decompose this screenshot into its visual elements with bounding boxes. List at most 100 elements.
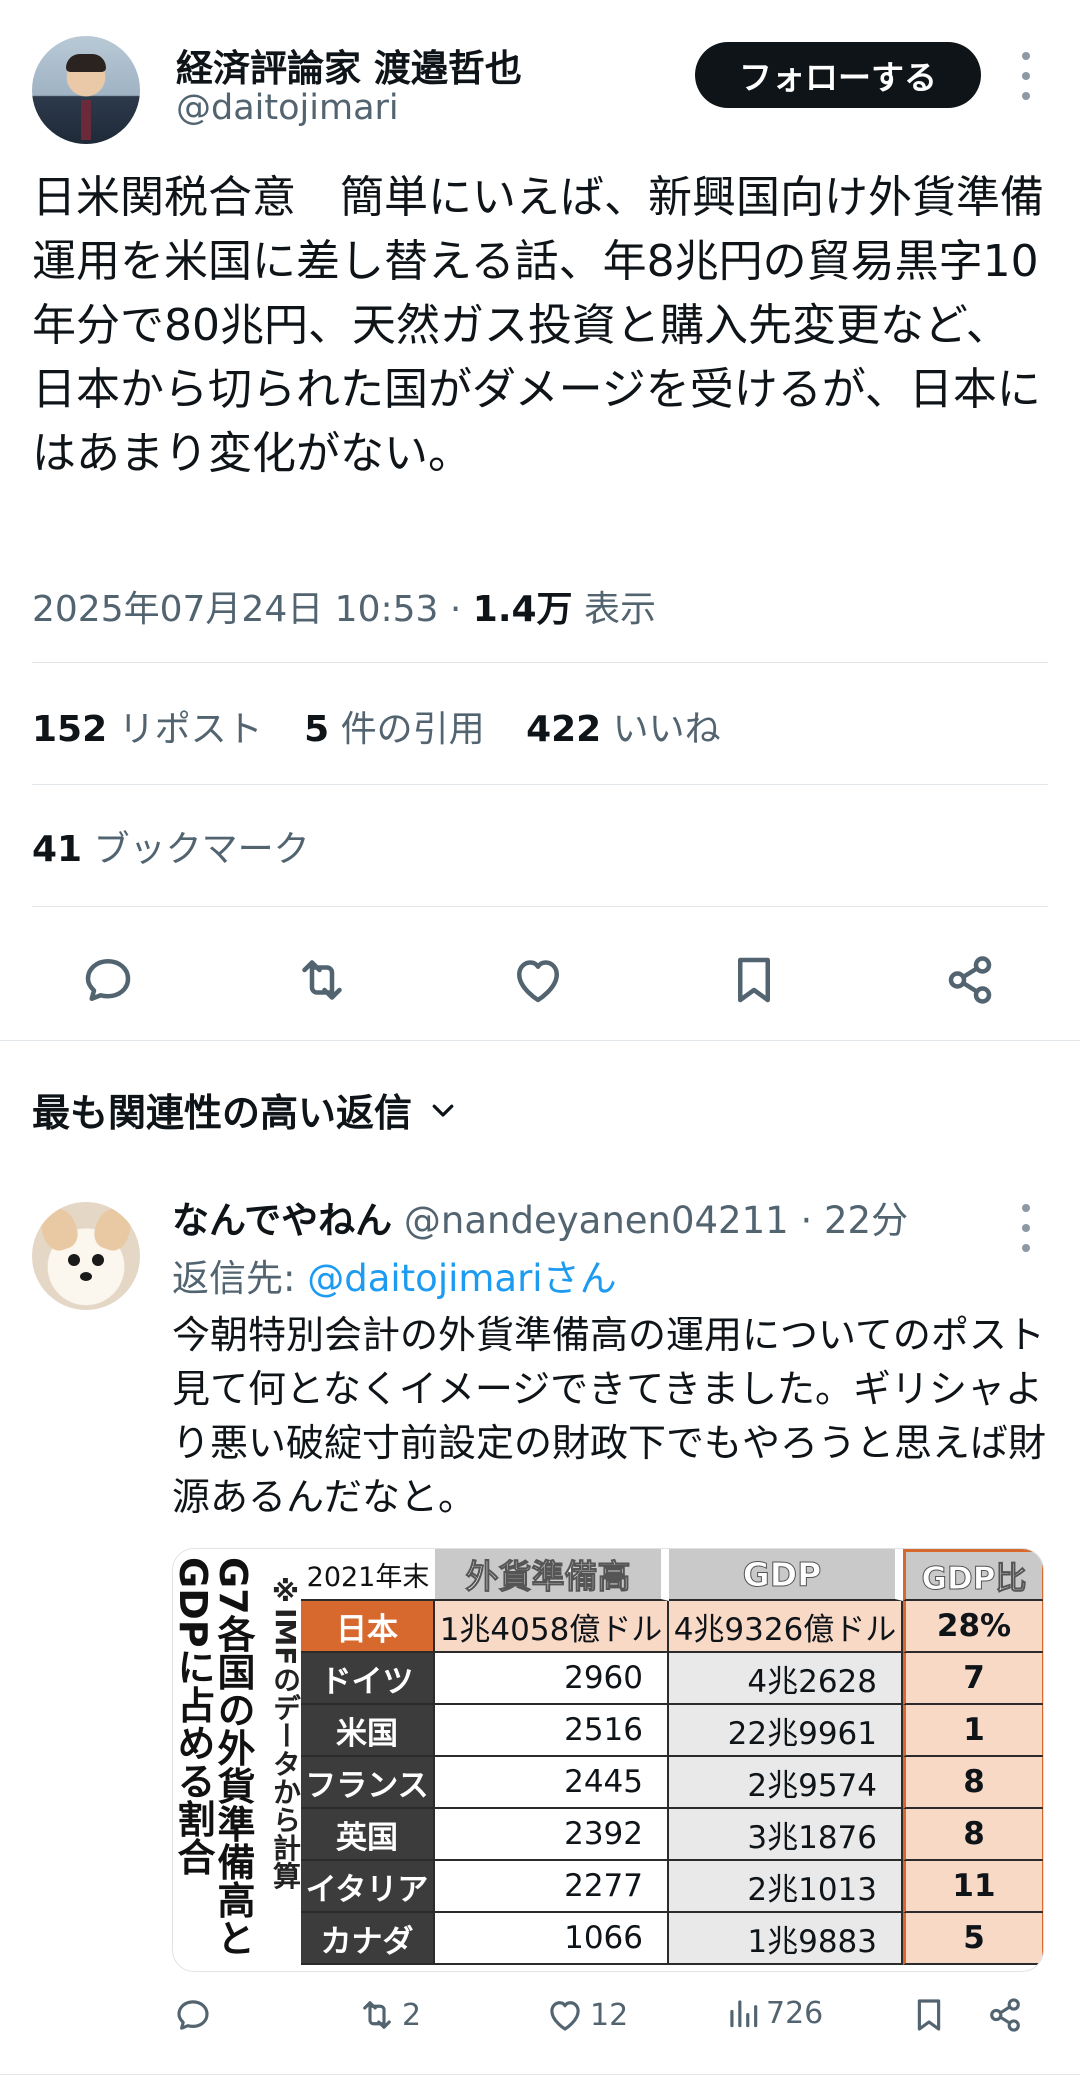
bookmarks-count: 41 (32, 829, 83, 870)
reply-time[interactable]: 22分 (824, 1199, 908, 1242)
table-cell-ratio: 8 (903, 1757, 1043, 1809)
reply-repost-button[interactable]: 2 (356, 1994, 421, 2036)
views-label: 表示 (584, 589, 657, 630)
author-avatar[interactable] (32, 36, 140, 144)
table-row: 英国 2392 3兆1876 8 (301, 1809, 1043, 1861)
table-cell-reserves: 1兆4058億ドル (435, 1601, 669, 1653)
tweet-action-bar (0, 940, 1080, 1010)
repost-icon[interactable] (292, 950, 352, 1010)
table-cell-reserves: 2516 (435, 1705, 669, 1757)
reply-bookmark-button[interactable] (908, 1994, 950, 2036)
table-cell-reserves: 2277 (435, 1861, 669, 1913)
likes-count: 422 (526, 709, 602, 750)
tweet-timestamp[interactable]: 2025年07月24日 10:53 (32, 589, 438, 630)
like-icon[interactable] (508, 950, 568, 1010)
table-cell-country: 英国 (301, 1809, 435, 1861)
table-cell-reserves: 2445 (435, 1757, 669, 1809)
table-row: ドイツ 2960 4兆2628 7 (301, 1653, 1043, 1705)
bookmarks-stat[interactable]: 41 ブックマーク (32, 820, 310, 872)
more-icon[interactable] (1014, 1204, 1038, 1252)
author-name[interactable]: 経済評論家 渡邉哲也 (176, 38, 522, 92)
table-cell-ratio: 7 (903, 1653, 1043, 1705)
engagement-stats: 152 リポスト 5 件の引用 422 いいね (32, 700, 751, 752)
avatar-ear (89, 1203, 137, 1255)
share-icon[interactable] (940, 950, 1000, 1010)
avatar-ear (35, 1203, 83, 1255)
reply-to-line: 返信先: @daitojimariさん (172, 1248, 617, 1302)
views-count: 1.4万 (472, 589, 573, 630)
table-cell-gdp: 4兆9326億ドル (669, 1601, 903, 1653)
divider (32, 906, 1048, 907)
table-header-cell: 2021年末 (301, 1549, 435, 1601)
divider (0, 1040, 1080, 1041)
divider (32, 784, 1048, 785)
reply-header: なんでやねん @nandeyanen04211 · 22分 (172, 1190, 908, 1244)
replies-heading: 最も関連性の高い返信 (32, 1091, 413, 1135)
follow-button[interactable]: フォローする (695, 42, 981, 108)
meta-separator: · (449, 589, 473, 630)
replies-sort-dropdown[interactable]: 最も関連性の高い返信 (32, 1082, 458, 1137)
reply-share-button[interactable] (984, 1994, 1026, 2036)
image-title-line1: G7各国の外貨準備高と (211, 1557, 255, 1957)
reply-author-handle[interactable]: @nandeyanen04211 (404, 1199, 789, 1242)
reply-views-count: 726 (766, 1995, 824, 2031)
divider (0, 2074, 1080, 2075)
reply-icon (177, 2000, 209, 2030)
table-cell-country: ドイツ (301, 1653, 435, 1705)
image-title-line2: GDPに占める割合 (172, 1557, 215, 1876)
reply-icon[interactable] (78, 950, 138, 1010)
author-handle[interactable]: @daitojimari (176, 88, 399, 128)
quotes-stat[interactable]: 5 件の引用 (304, 709, 485, 750)
table-row: 日本 1兆4058億ドル 4兆9326億ドル 28% (301, 1601, 1043, 1653)
table-cell-country: 日本 (301, 1601, 435, 1653)
avatar-tie (81, 100, 91, 140)
table-cell-gdp: 3兆1876 (669, 1809, 903, 1861)
quotes-label: 件の引用 (340, 709, 485, 750)
divider (32, 662, 1048, 663)
tweet-meta: 2025年07月24日 10:53 · 1.4万 表示 (32, 580, 656, 632)
table-cell-reserves: 2960 (435, 1653, 669, 1705)
table-header-row: 2021年末 外貨準備高 GDP GDP比 (301, 1549, 1043, 1601)
table-row: カナダ 1066 1兆9883 5 (301, 1913, 1043, 1965)
like-icon (550, 2001, 580, 2031)
table-cell-country: イタリア (301, 1861, 435, 1913)
bookmarks-label: ブックマーク (93, 829, 310, 870)
likes-label: いいね (612, 709, 721, 750)
bookmark-icon[interactable] (724, 950, 784, 1010)
table-cell-gdp: 2兆9574 (669, 1757, 903, 1809)
table-header-cell: GDP比 (903, 1549, 1043, 1601)
table-cell-country: 米国 (301, 1705, 435, 1757)
avatar-hair (66, 54, 106, 72)
table-cell-ratio: 1 (903, 1705, 1043, 1757)
likes-stat[interactable]: 422 いいね (526, 709, 721, 750)
more-icon[interactable] (1014, 52, 1038, 100)
avatar-eye (92, 1254, 104, 1266)
share-icon (990, 1998, 1020, 2032)
reply-to-mention[interactable]: @daitojimariさん (307, 1257, 616, 1300)
reply-avatar[interactable] (32, 1202, 140, 1310)
reply-views-button[interactable]: 726 (724, 1994, 823, 2032)
table-cell-gdp: 1兆9883 (669, 1913, 903, 1965)
reply-image[interactable]: GDPに占める割合 G7各国の外貨準備高と ※IMFのデータから計算 2021年… (172, 1548, 1044, 1972)
reposts-stat[interactable]: 152 リポスト (32, 709, 263, 750)
table-cell-country: フランス (301, 1757, 435, 1809)
table-header-cell: 外貨準備高 (435, 1549, 669, 1601)
table-cell-country: カナダ (301, 1913, 435, 1965)
reply-repost-count: 2 (402, 1997, 422, 2033)
reply-like-count: 12 (590, 1997, 629, 2033)
reply-like-button[interactable]: 12 (544, 1994, 628, 2036)
table-cell-ratio: 5 (903, 1913, 1043, 1965)
table-header-cell: GDP (669, 1549, 903, 1601)
tweet-text: 日米関税合意 簡単にいえば、新興国向け外貨準備運用を米国に差し替える話、年8兆円… (32, 172, 1044, 479)
chevron-down-icon (432, 1104, 454, 1117)
table-row: 米国 2516 22兆9961 1 (301, 1705, 1043, 1757)
table-cell-ratio: 11 (903, 1861, 1043, 1913)
image-note: ※IMFのデータから計算 (269, 1575, 302, 1890)
reply-author-name[interactable]: なんでやねん (172, 1199, 392, 1242)
bookmark-icon (917, 1999, 941, 2031)
reply-reply-button[interactable] (172, 1994, 214, 2036)
reply-text: 今朝特別会計の外貨準備高の運用についてのポスト見て何となくイメージできてきました… (172, 1313, 1047, 1519)
table-cell-reserves: 1066 (435, 1913, 669, 1965)
reply-to-prefix: 返信先: (172, 1257, 308, 1300)
reply-action-bar: 2 12 726 (0, 1990, 1080, 2050)
